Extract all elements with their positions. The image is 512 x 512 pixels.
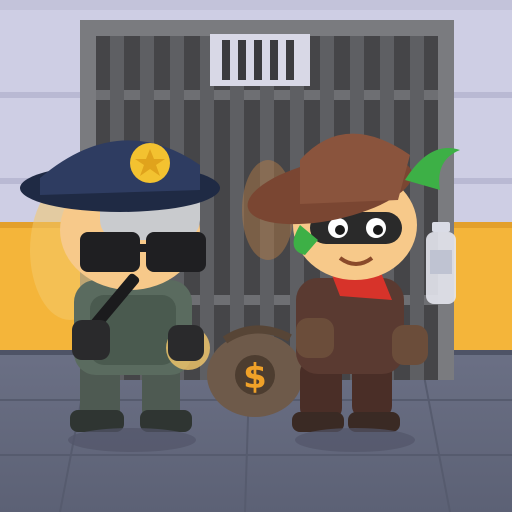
dollar-symbol: $ bbox=[243, 357, 267, 397]
scene-canvas: $ bbox=[0, 0, 512, 512]
water-bottle-icon bbox=[426, 222, 456, 304]
game-scene: $ bbox=[0, 0, 512, 512]
officer-shadow bbox=[68, 428, 196, 452]
